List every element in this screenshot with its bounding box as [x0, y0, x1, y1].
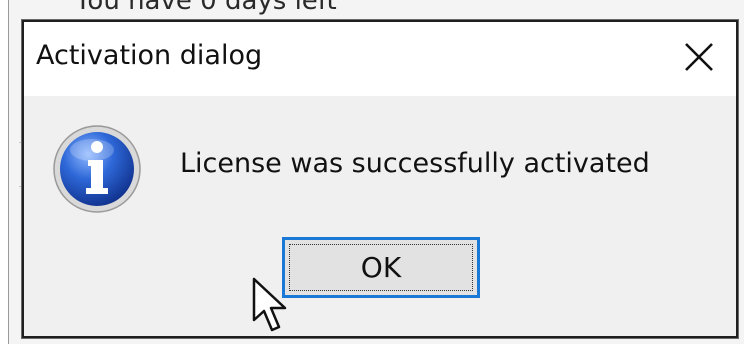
close-icon: [685, 43, 713, 71]
dialog-titlebar[interactable]: Activation dialog: [24, 22, 736, 96]
ok-button[interactable]: OK: [282, 237, 480, 298]
close-button[interactable]: [674, 32, 724, 82]
information-icon: [53, 125, 141, 213]
dialog-body: License was successfully activated OK: [24, 96, 736, 336]
mouse-cursor-icon: [252, 277, 287, 332]
dialog-title: Activation dialog: [36, 40, 263, 71]
dialog-message: License was successfully activated: [180, 148, 650, 179]
background-window-text: You have 0 days left: [75, 0, 337, 16]
activation-dialog: Activation dialog License was successful…: [22, 20, 738, 338]
ok-button-label: OK: [360, 251, 402, 284]
screen: You have 0 days left Activation dialog L…: [0, 0, 744, 344]
